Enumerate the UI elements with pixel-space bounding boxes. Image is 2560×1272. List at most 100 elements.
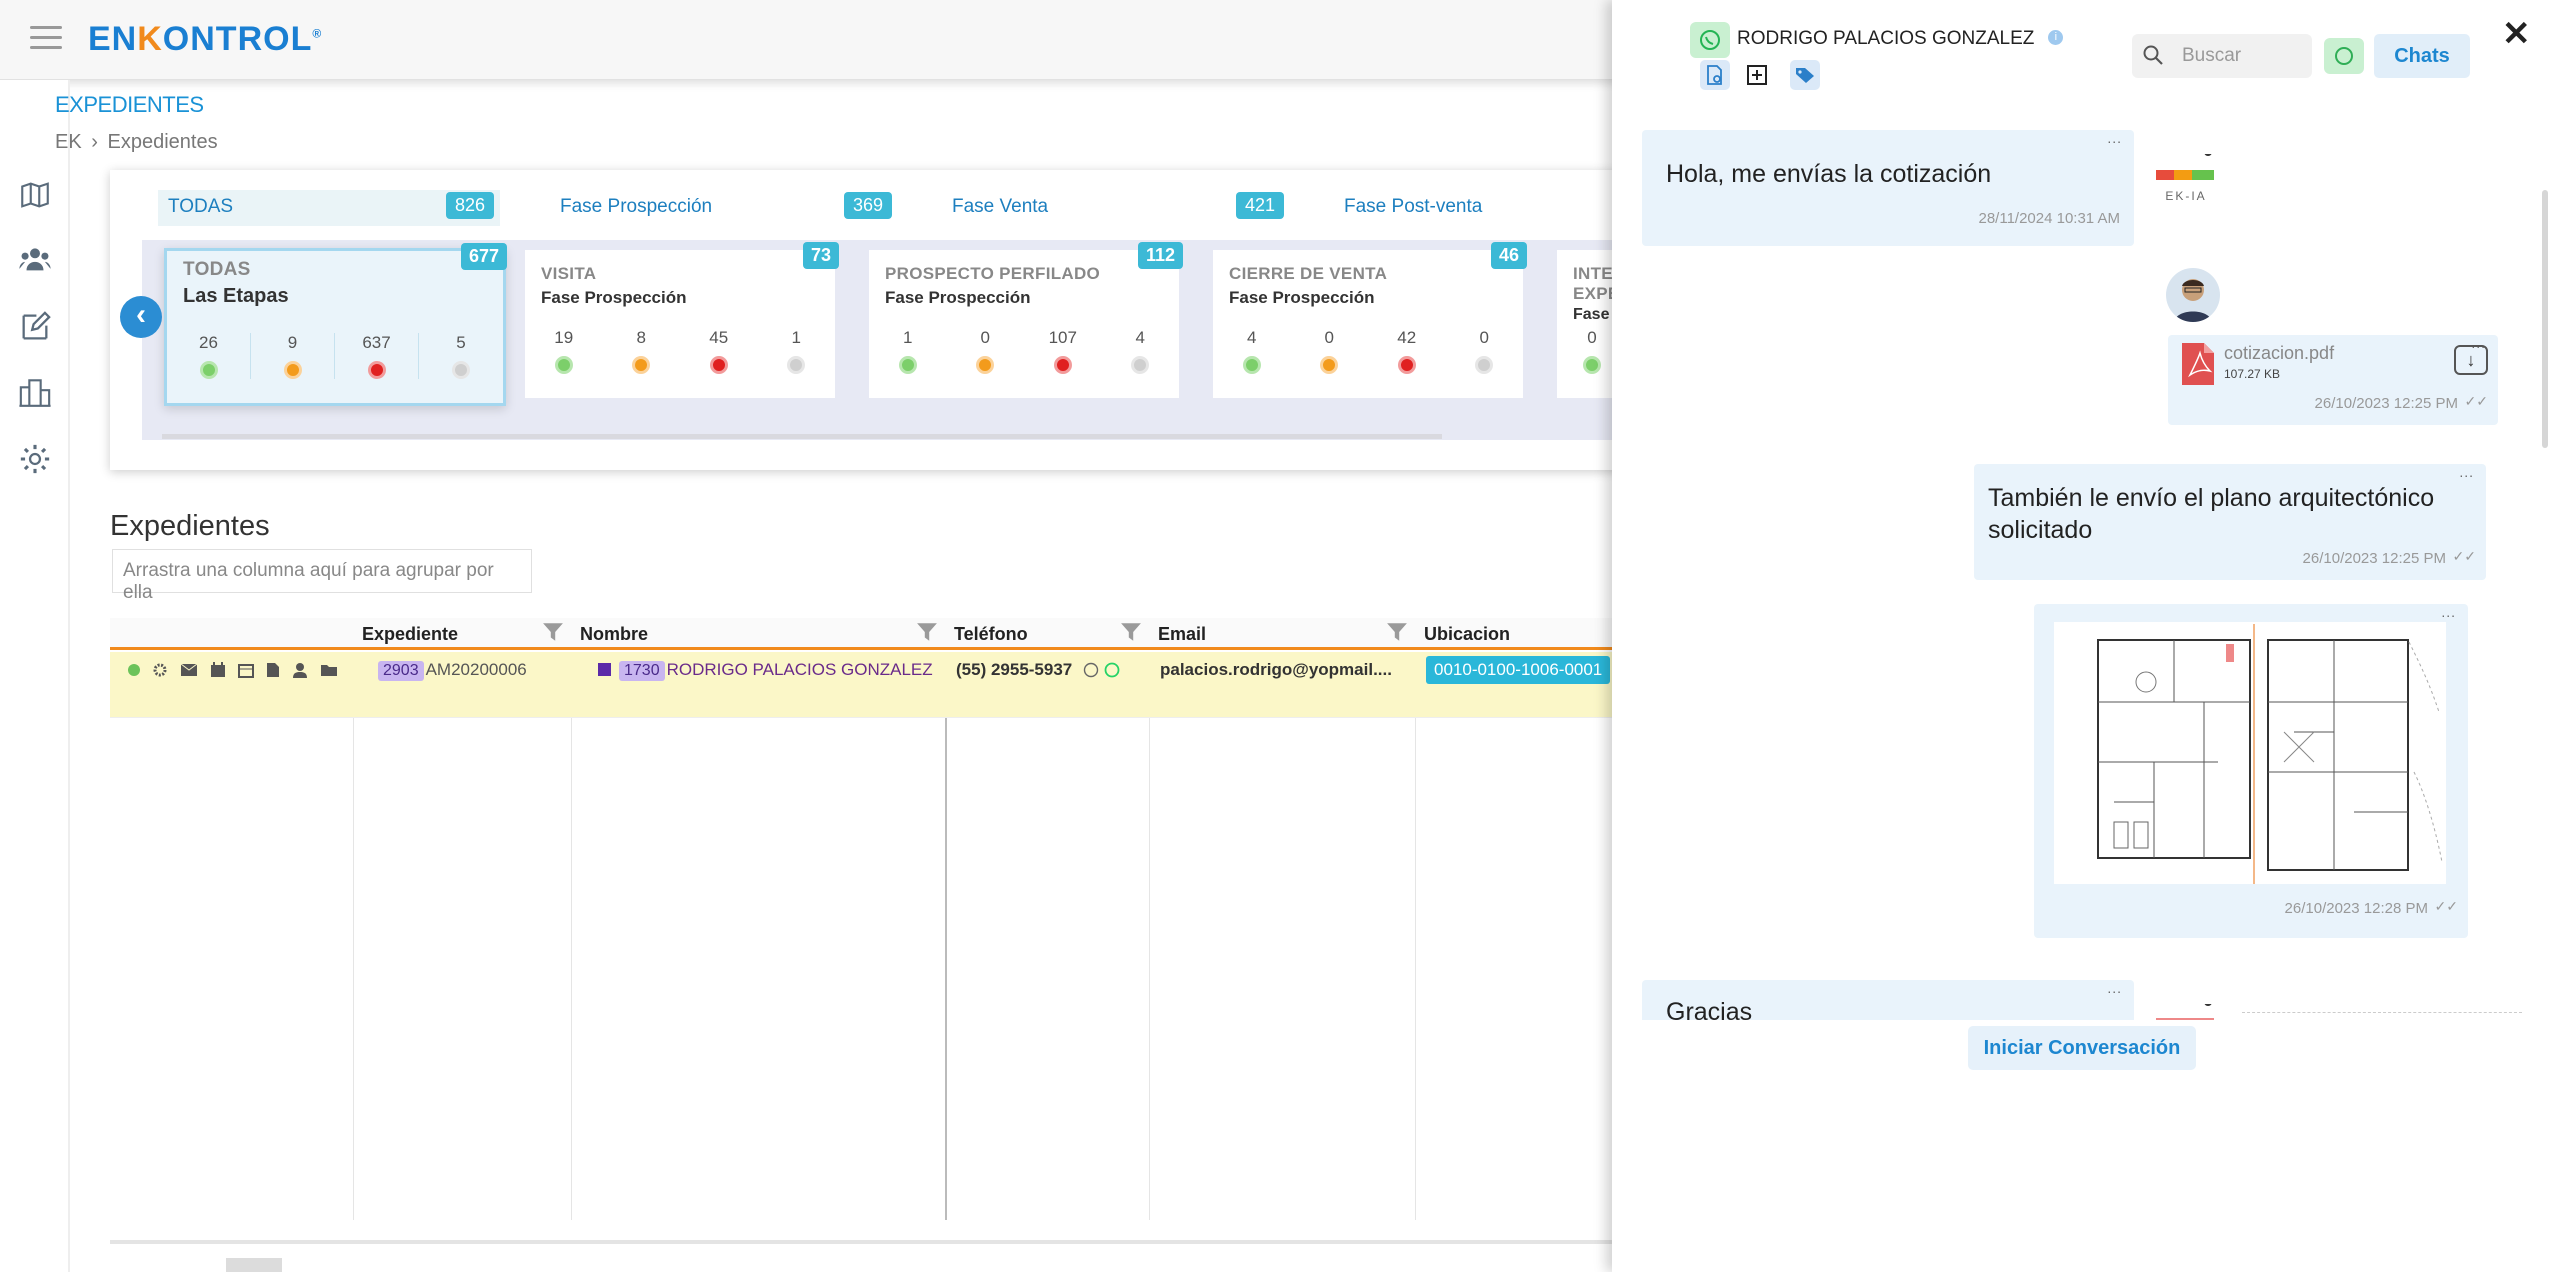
filter-icon[interactable]	[916, 622, 938, 642]
grid-scrollbar-track[interactable]	[110, 1240, 1620, 1244]
floor-plan-image[interactable]	[2054, 622, 2446, 884]
group-by-drop-area[interactable]: Arrastra una columna aquí para agrupar p…	[112, 549, 532, 603]
expediente-id-badge: 2903	[378, 661, 424, 681]
chat-scrollbar[interactable]	[2542, 190, 2548, 448]
filter-icon[interactable]	[1386, 622, 1408, 642]
column-header-telefono[interactable]: Teléfono	[946, 618, 1150, 650]
chats-button[interactable]: Chats	[2374, 34, 2470, 78]
message-bubble-outgoing[interactable]: ... También le envío el plano arquitectó…	[1974, 464, 2486, 580]
more-options-icon[interactable]: ...	[2107, 980, 2122, 996]
hamburger-menu-icon[interactable]	[30, 26, 62, 50]
ek-ia-logo	[2150, 998, 2222, 1020]
stage-count-badge: 46	[1490, 242, 1527, 269]
tags-icon[interactable]	[1790, 60, 1820, 90]
file-size: 107.27 KB	[2224, 367, 2281, 381]
breadcrumb-current: Expedientes	[107, 131, 218, 153]
ubicacion-badge[interactable]: 0010-0100-1006-0001	[1426, 656, 1611, 684]
column-header-email[interactable]: Email	[1150, 618, 1416, 650]
download-icon[interactable]: ↓	[2454, 345, 2488, 375]
gear-icon[interactable]	[152, 662, 168, 678]
nombre-cell[interactable]: 1730 RODRIGO PALACIOS GONZALEZ	[598, 660, 933, 681]
pager-button[interactable]	[226, 1258, 282, 1272]
stage-count-badge: 112	[1137, 242, 1183, 269]
chevron-right-icon: ›	[91, 131, 98, 153]
message-bubble-incoming[interactable]: ... Hola, me envías la cotización 28/11/…	[1642, 130, 2134, 246]
status-dot-icon	[128, 664, 140, 676]
telefono-cell[interactable]: (55) 2955-5937	[956, 660, 1120, 680]
filter-icon[interactable]	[1120, 622, 1142, 642]
breadcrumb-root[interactable]: EK	[55, 131, 82, 153]
start-conversation-button[interactable]: Iniciar Conversación	[1968, 1026, 2196, 1070]
edit-square-icon[interactable]	[598, 663, 611, 676]
section-title: EXPEDIENTES	[55, 92, 204, 117]
calendar-icon[interactable]	[238, 662, 254, 678]
stage-card-cierre-de-venta[interactable]: CIERRE DE VENTA Fase Prospección 46 4 0 42…	[1213, 242, 1527, 398]
close-icon[interactable]: ✕	[2502, 14, 2531, 54]
double-check-icon: ✓✓	[2464, 393, 2488, 409]
message-bubble-file[interactable]: ... cotizacion.pdf 107.27 KB ↓ 26/10/202…	[2168, 335, 2498, 425]
phase-count-badge: 826	[445, 192, 494, 219]
column-header-ubicacion[interactable]: Ubicacion	[1416, 618, 1620, 650]
map-icon[interactable]	[18, 178, 52, 212]
table-row[interactable]: 2903 AM20200006 1730 RODRIGO PALACIOS GONZ…	[110, 652, 1620, 718]
whatsapp-icon	[2335, 47, 2353, 65]
pdf-file-icon	[2182, 343, 2214, 385]
search-icon	[2143, 45, 2163, 65]
enkontrol-logo[interactable]: ENKONTROL®	[88, 20, 322, 59]
buildings-icon[interactable]	[18, 376, 52, 410]
phase-count-badge: 369	[843, 192, 892, 219]
phase-tab-todas[interactable]: TODAS 826	[158, 190, 500, 226]
chat-messages: ... Hola, me envías la cotización 28/11/…	[1642, 130, 2522, 1020]
whatsapp-channel-button[interactable]	[1690, 22, 1730, 58]
double-check-icon: ✓✓	[2434, 898, 2458, 914]
phase-tab-prospeccion[interactable]: Fase Prospección 369	[550, 190, 898, 226]
add-square-icon[interactable]	[1742, 60, 1772, 90]
folder-icon[interactable]	[320, 663, 338, 677]
settings-gear-icon[interactable]	[18, 442, 52, 476]
stage-card-visita[interactable]: VISITA Fase Prospección 73 19 8 45 1	[525, 242, 839, 398]
info-icon[interactable]: i	[2048, 30, 2064, 45]
whatsapp-outline-icon[interactable]	[1083, 662, 1099, 678]
file-name[interactable]: cotizacion.pdf	[2224, 343, 2334, 364]
scroll-left-arrow-button[interactable]: ‹	[120, 296, 162, 338]
phase-count-badge: 421	[1235, 192, 1284, 219]
stage-card-partial[interactable]: INTE EXPE Fase 0	[1557, 250, 1617, 398]
ek-ia-logo: EK-IA	[2150, 148, 2222, 203]
ubicacion-cell[interactable]: 0010-0100-1006-0001	[1426, 656, 1611, 684]
top-header: ENKONTROL®	[0, 0, 1620, 80]
expediente-cell[interactable]: 2903 AM20200006	[378, 660, 527, 681]
grid-title: Expedientes	[110, 510, 270, 542]
stage-count-badge: 73	[802, 242, 839, 269]
document-icon[interactable]	[266, 662, 280, 678]
row-action-icons	[128, 662, 338, 678]
stage-card-prospecto-perfilado[interactable]: PROSPECTO PERFILADO Fase Prospección 112…	[869, 242, 1183, 398]
breadcrumb: EK › Expedientes	[55, 131, 218, 154]
whatsapp-filter-button[interactable]	[2324, 38, 2364, 74]
stage-scrollbar[interactable]	[162, 434, 1442, 439]
double-check-icon: ✓✓	[2452, 548, 2476, 564]
mail-icon[interactable]	[180, 663, 198, 677]
email-cell[interactable]: palacios.rodrigo@yopmail....	[1160, 660, 1392, 680]
column-header-nombre[interactable]: Nombre	[572, 618, 946, 650]
document-search-icon[interactable]	[1700, 60, 1730, 90]
stage-count-badge: 677	[460, 243, 507, 270]
more-options-icon[interactable]: ...	[2459, 464, 2474, 480]
user-icon[interactable]	[292, 662, 308, 678]
filter-icon[interactable]	[542, 622, 564, 642]
message-bubble-image[interactable]: ... 26/10/2023 12:28 PM ✓✓	[2034, 604, 2468, 938]
client-id-badge: 1730	[619, 661, 665, 681]
users-icon[interactable]	[18, 242, 52, 276]
grid-header-actions	[110, 618, 354, 650]
whatsapp-icon[interactable]	[1104, 662, 1120, 678]
edit-icon[interactable]	[18, 310, 52, 344]
more-options-icon[interactable]: ...	[2107, 130, 2122, 146]
more-options-icon[interactable]: ...	[2441, 604, 2456, 620]
phase-tab-postventa[interactable]: Fase Post-venta	[1334, 190, 1614, 226]
whatsapp-icon	[1700, 30, 1720, 50]
message-bubble-incoming[interactable]: ... Gracias	[1642, 980, 2134, 1020]
stage-card-todas[interactable]: TODAS Las Etapas 677 26 9 637 5	[164, 243, 507, 406]
column-header-expediente[interactable]: Expediente	[354, 618, 572, 650]
calendar-check-icon[interactable]	[210, 662, 226, 678]
phase-tab-venta[interactable]: Fase Venta 421	[942, 190, 1290, 226]
stage-panel: TODAS 826 Fase Prospección 369 Fase Venta 4…	[110, 170, 1642, 470]
